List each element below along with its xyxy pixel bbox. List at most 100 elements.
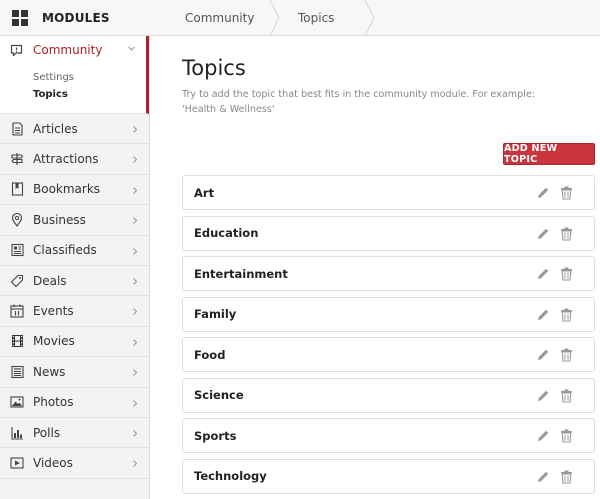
chevron-right-icon — [133, 186, 138, 194]
sidebar-item-label: Community — [33, 43, 103, 57]
pencil-icon[interactable] — [536, 429, 550, 443]
topic-row[interactable]: Family — [182, 296, 595, 332]
sidebar-item-label: Videos — [33, 455, 73, 470]
subitem-topics[interactable]: Topics — [0, 86, 146, 103]
breadcrumb: Community Topics — [150, 0, 375, 36]
topic-row[interactable]: Sports — [182, 418, 595, 453]
top-bar: MODULES Community Topics — [0, 0, 600, 36]
topic-name: Science — [194, 388, 244, 402]
chevron-right-icon — [133, 338, 138, 346]
tag-icon — [10, 274, 24, 287]
sidebar-item-label: Bookmarks — [33, 182, 101, 197]
sidebar-item-label: Events — [33, 304, 74, 319]
sidebar-item-classifieds[interactable]: Classifieds — [0, 235, 149, 266]
sidebar-item-articles[interactable]: Articles — [0, 114, 149, 145]
sidebar-item-label: Polls — [33, 425, 61, 440]
topic-row[interactable]: Education — [182, 215, 595, 251]
page-description: Try to add the topic that best fits in t… — [182, 89, 535, 115]
chevron-right-icon — [133, 460, 138, 468]
sidebar-item-label: Articles — [33, 121, 78, 136]
pencil-icon[interactable] — [536, 308, 550, 322]
topic-row[interactable]: Food — [182, 337, 595, 372]
chevron-right-icon — [133, 247, 138, 255]
sidebar-item-label: Photos — [33, 395, 74, 410]
classifieds-icon — [10, 244, 24, 257]
page-title: Topics — [182, 56, 246, 80]
chevron-right-icon — [133, 308, 138, 316]
topic-name: Education — [194, 226, 259, 240]
trash-icon[interactable] — [560, 227, 573, 241]
chevron-right-icon — [133, 156, 138, 164]
trash-icon[interactable] — [560, 186, 573, 200]
chevron-right-icon — [133, 217, 138, 225]
grid-icon — [12, 10, 28, 26]
breadcrumb-separator-icon — [365, 0, 375, 36]
pencil-icon[interactable] — [536, 470, 550, 484]
sidebar-item-business[interactable]: Business — [0, 205, 149, 236]
sidebar-item-events[interactable]: Events — [0, 296, 149, 327]
topic-row[interactable]: Science — [182, 377, 595, 413]
trash-icon[interactable] — [560, 308, 573, 322]
signpost-icon — [11, 153, 24, 166]
pencil-icon[interactable] — [536, 227, 550, 241]
chevron-right-icon — [133, 126, 138, 133]
trash-icon[interactable] — [560, 348, 573, 362]
trash-icon[interactable] — [560, 429, 573, 443]
news-icon — [10, 365, 24, 378]
chevron-down-icon[interactable] — [127, 44, 136, 53]
sidebar-item-deals[interactable]: Deals — [0, 265, 149, 297]
trash-icon[interactable] — [560, 470, 573, 484]
pencil-icon[interactable] — [536, 389, 550, 403]
topic-row[interactable]: Entertainment — [182, 256, 595, 291]
pencil-icon[interactable] — [536, 186, 550, 200]
sidebar-item-movies[interactable]: Movies — [0, 326, 149, 358]
sidebar-item-attractions[interactable]: Attractions — [0, 144, 149, 175]
pencil-icon[interactable] — [536, 348, 550, 362]
map-pin-icon — [11, 212, 23, 227]
breadcrumb-label: Community — [185, 11, 255, 25]
sidebar-item-label: Attractions — [33, 152, 99, 167]
chevron-right-icon — [133, 278, 138, 285]
topic-name: Food — [194, 347, 226, 362]
chevron-right-icon — [133, 369, 138, 377]
subitem-settings[interactable]: Settings — [0, 69, 146, 86]
sidebar-item-bookmarks[interactable]: Bookmarks — [0, 174, 149, 206]
sidebar: Community Settings Topics Articles Attra… — [0, 36, 150, 499]
photo-icon — [10, 396, 24, 408]
film-icon — [11, 335, 23, 348]
topic-name: Sports — [194, 428, 237, 443]
sidebar-item-videos[interactable]: Videos — [0, 448, 149, 479]
sidebar-item-polls[interactable]: Polls — [0, 417, 149, 449]
pencil-icon[interactable] — [536, 267, 550, 281]
sidebar-item-photos[interactable]: Photos — [0, 387, 149, 418]
modules-label: MODULES — [42, 11, 110, 25]
sidebar-item-community[interactable]: Community Settings Topics — [0, 36, 149, 114]
sidebar-item-label: Business — [33, 212, 86, 227]
topic-row[interactable]: Art — [182, 175, 595, 210]
chevron-right-icon — [133, 399, 138, 407]
sidebar-item-label: News — [33, 364, 66, 379]
sidebar-item-label: Movies — [33, 334, 75, 349]
breadcrumb-community[interactable]: Community — [150, 0, 280, 36]
topic-name: Family — [194, 307, 237, 321]
trash-icon[interactable] — [560, 389, 573, 403]
sidebar-item-label: Classifieds — [33, 243, 97, 258]
topic-name: Technology — [194, 469, 267, 483]
chevron-right-icon — [133, 430, 138, 437]
bar-chart-icon — [10, 426, 23, 440]
trash-icon[interactable] — [560, 267, 573, 281]
topic-row[interactable]: Technology — [182, 458, 595, 494]
video-icon — [10, 457, 24, 469]
bookmark-icon — [11, 182, 23, 197]
topic-name: Entertainment — [194, 266, 288, 281]
add-topic-button[interactable]: ADD NEW TOPIC — [503, 143, 595, 165]
modules-button[interactable]: MODULES — [0, 0, 150, 36]
chat-bubble-icon — [10, 44, 23, 56]
topic-list: Art Education Entertainment Family Food … — [182, 175, 595, 499]
article-icon — [11, 122, 23, 136]
topic-name: Art — [194, 185, 215, 200]
breadcrumb-topics[interactable]: Topics — [272, 0, 375, 36]
calendar-icon — [10, 304, 24, 318]
sidebar-item-label: Deals — [33, 273, 67, 288]
sidebar-item-news[interactable]: News — [0, 357, 149, 388]
